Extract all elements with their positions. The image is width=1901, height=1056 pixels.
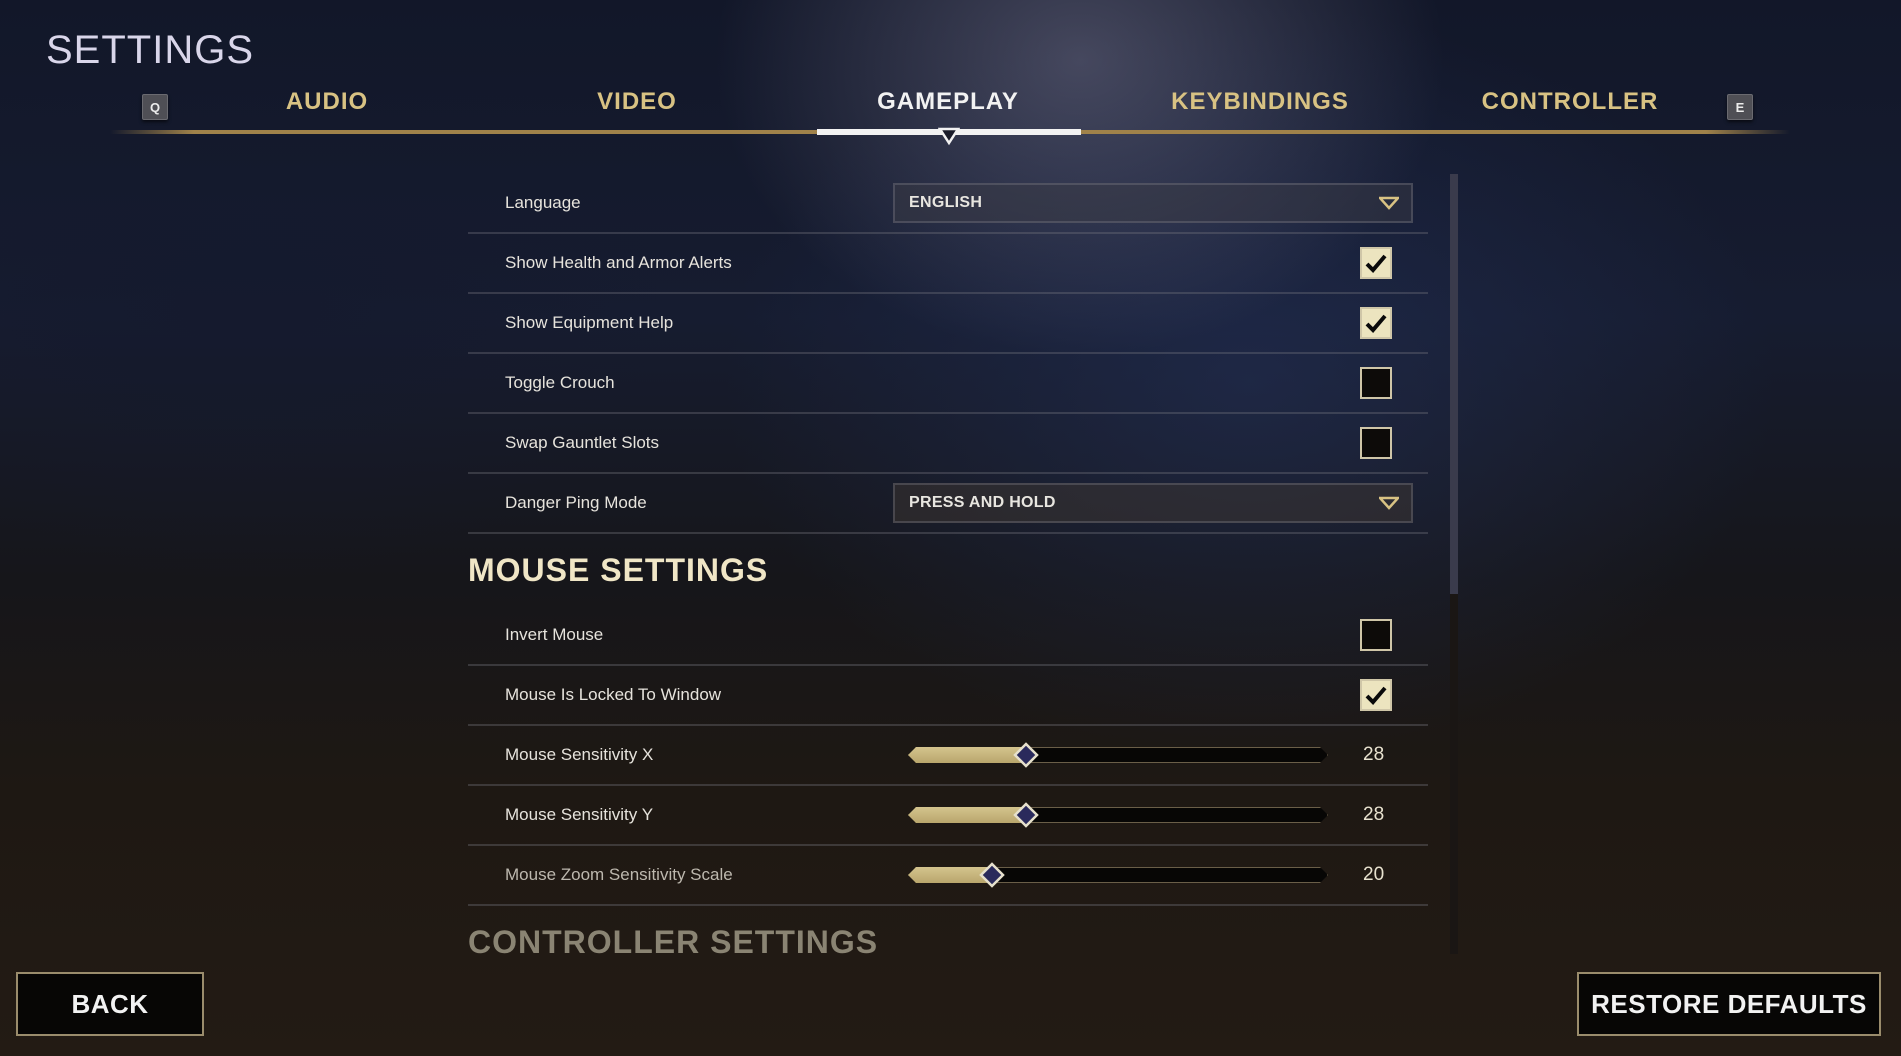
swap-gauntlet-checkbox[interactable]: [1360, 427, 1392, 459]
danger-ping-dropdown[interactable]: PRESS AND HOLD: [893, 483, 1413, 523]
language-value: ENGLISH: [909, 194, 983, 211]
sensitivity-x-label: Mouse Sensitivity X: [505, 745, 654, 764]
tab-bar: Q AUDIO VIDEO GAMEPLAY KEYBINDINGS CONTR…: [110, 78, 1790, 146]
back-button[interactable]: BACK: [16, 972, 204, 1036]
swap-gauntlet-label: Swap Gauntlet Slots: [505, 433, 660, 452]
slider-thumb[interactable]: [1013, 802, 1039, 828]
equipment-help-checkbox[interactable]: [1360, 307, 1392, 339]
sensitivity-x-value: 28: [1363, 744, 1385, 765]
sensitivity-y-value: 28: [1363, 804, 1385, 825]
setting-row-mouse-locked: Mouse Is Locked To Window: [468, 666, 1428, 726]
active-tab-caret-icon: [938, 127, 960, 146]
slider-thumb[interactable]: [1013, 742, 1039, 768]
tab-keybindings[interactable]: KEYBINDINGS: [1171, 88, 1349, 116]
setting-row-invert-mouse: Invert Mouse: [468, 606, 1428, 666]
chevron-down-icon: [1379, 196, 1399, 210]
chevron-down-icon: [1379, 496, 1399, 510]
next-tab-key-hint[interactable]: E: [1727, 94, 1753, 120]
setting-row-language: Language ENGLISH: [468, 174, 1428, 234]
setting-row-sensitivity-y: Mouse Sensitivity Y 28: [468, 786, 1428, 846]
danger-ping-label: Danger Ping Mode: [505, 493, 647, 512]
toggle-crouch-label: Toggle Crouch: [505, 373, 615, 392]
restore-defaults-button[interactable]: RESTORE DEFAULTS: [1577, 972, 1881, 1036]
language-dropdown[interactable]: ENGLISH: [893, 183, 1413, 223]
equipment-help-label: Show Equipment Help: [505, 313, 674, 332]
page-title: SETTINGS: [46, 28, 255, 72]
sensitivity-y-label: Mouse Sensitivity Y: [505, 805, 654, 824]
zoom-scale-slider[interactable]: [908, 862, 1328, 888]
tab-video[interactable]: VIDEO: [597, 88, 677, 116]
scrollbar-thumb[interactable]: [1450, 174, 1458, 594]
zoom-scale-value: 20: [1363, 864, 1385, 885]
setting-row-swap-gauntlet: Swap Gauntlet Slots: [468, 414, 1428, 474]
setting-row-sensitivity-x: Mouse Sensitivity X 28: [468, 726, 1428, 786]
tab-controller[interactable]: CONTROLLER: [1482, 88, 1659, 116]
invert-mouse-checkbox[interactable]: [1360, 619, 1392, 651]
settings-panel: Language ENGLISH Show Health and Armor A…: [468, 174, 1428, 978]
checkmark-icon: [1365, 314, 1387, 333]
tab-gameplay[interactable]: GAMEPLAY: [877, 88, 1019, 116]
danger-ping-value: PRESS AND HOLD: [909, 494, 1056, 511]
prev-tab-key-hint[interactable]: Q: [142, 94, 168, 120]
slider-thumb[interactable]: [979, 862, 1005, 888]
setting-row-toggle-crouch: Toggle Crouch: [468, 354, 1428, 414]
toggle-crouch-checkbox[interactable]: [1360, 367, 1392, 399]
setting-row-health-alerts: Show Health and Armor Alerts: [468, 234, 1428, 294]
setting-row-danger-ping: Danger Ping Mode PRESS AND HOLD: [468, 474, 1428, 534]
checkmark-icon: [1365, 254, 1387, 273]
setting-row-equipment-help: Show Equipment Help: [468, 294, 1428, 354]
settings-scrollbar[interactable]: [1450, 174, 1458, 954]
slider-fill: [908, 747, 1026, 763]
tab-audio[interactable]: AUDIO: [286, 88, 368, 116]
sensitivity-y-slider[interactable]: [908, 802, 1328, 828]
checkmark-icon: [1365, 686, 1387, 705]
zoom-scale-label: Mouse Zoom Sensitivity Scale: [505, 865, 733, 884]
mouse-locked-checkbox[interactable]: [1360, 679, 1392, 711]
sensitivity-x-slider[interactable]: [908, 742, 1328, 768]
health-alerts-checkbox[interactable]: [1360, 247, 1392, 279]
language-label: Language: [505, 193, 581, 212]
health-alerts-label: Show Health and Armor Alerts: [505, 253, 732, 272]
slider-fill: [908, 807, 1026, 823]
setting-row-zoom-scale: Mouse Zoom Sensitivity Scale 20: [468, 846, 1428, 906]
invert-mouse-label: Invert Mouse: [505, 625, 604, 644]
controller-settings-heading: CONTROLLER SETTINGS: [468, 923, 879, 960]
mouse-settings-heading: MOUSE SETTINGS: [468, 551, 769, 588]
mouse-locked-label: Mouse Is Locked To Window: [505, 685, 722, 704]
